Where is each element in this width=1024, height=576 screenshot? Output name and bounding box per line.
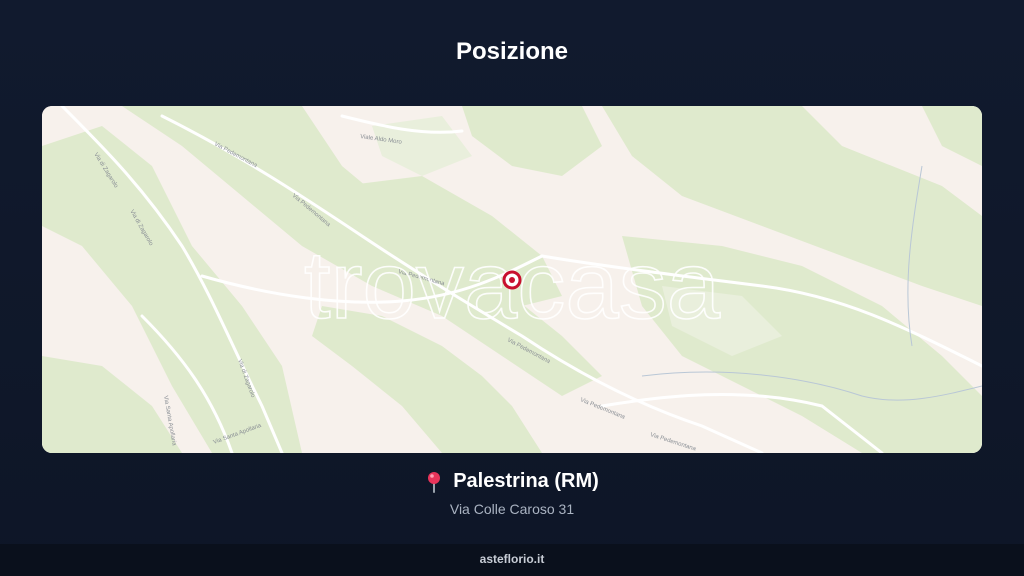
map-canvas: Via di Zagarolo Via di Zagarolo Via di Z… [42, 106, 982, 453]
location-address: Via Colle Caroso 31 [449, 501, 575, 517]
footer: asteflorio.it [0, 544, 1024, 576]
page-title: Posizione [455, 38, 569, 65]
property-marker-icon[interactable] [502, 270, 522, 290]
location-info: Palestrina (RM) Via Colle Caroso 31 [0, 470, 1024, 517]
footer-site-link[interactable]: asteflorio.it [480, 552, 545, 566]
location-city: Palestrina (RM) [453, 470, 599, 492]
map-view[interactable]: Via di Zagarolo Via di Zagarolo Via di Z… [42, 106, 982, 453]
map-pin-icon [425, 471, 443, 493]
